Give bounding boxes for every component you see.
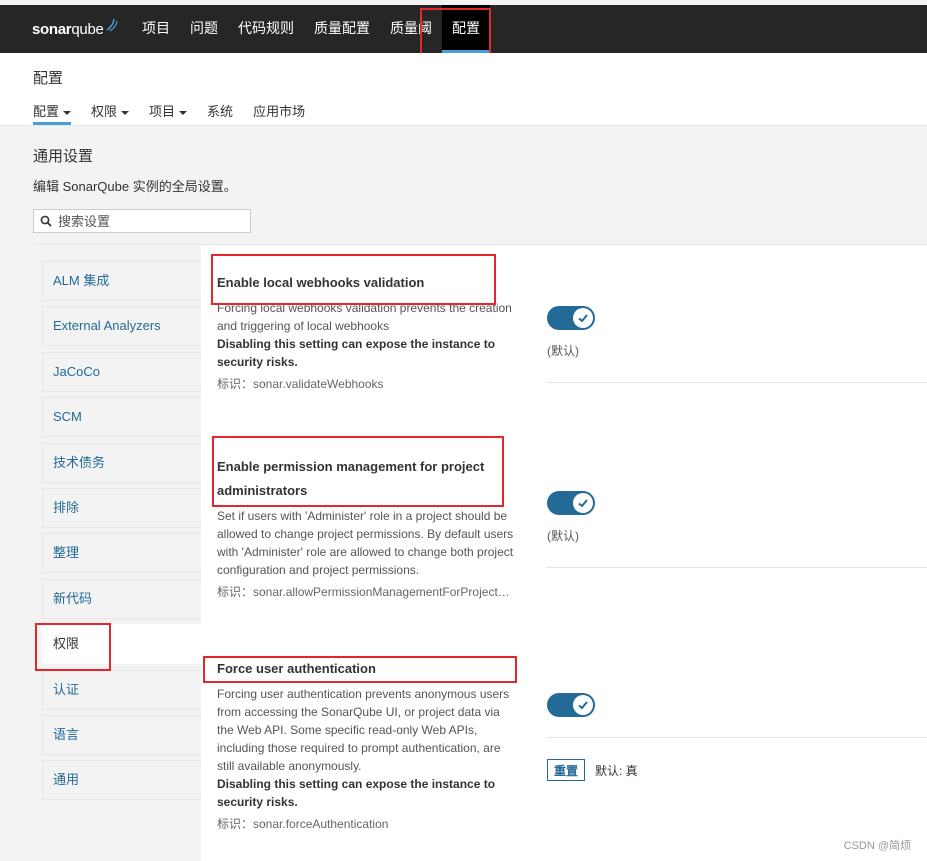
setting-divider xyxy=(546,382,927,383)
default-tag: (默认) xyxy=(547,344,579,358)
check-icon xyxy=(573,695,593,715)
category-security[interactable]: 权限 xyxy=(42,624,202,665)
setting-force-authentication: Force user authentication Forcing user a… xyxy=(217,657,517,832)
chevron-down-icon xyxy=(63,110,72,115)
nav-rules[interactable]: 代码规则 xyxy=(228,5,304,53)
default-value: 默认: 真 xyxy=(595,763,638,778)
subtab-configuration[interactable]: 配置 xyxy=(33,101,72,125)
setting-warning: Disabling this setting can expose the in… xyxy=(217,337,496,369)
setting-key: 标识：sonar.validateWebhooks xyxy=(217,377,384,391)
page-title: 通用设置 xyxy=(33,148,94,165)
category-new-code[interactable]: 新代码 xyxy=(42,578,202,619)
setting-control-webhooks: (默认) xyxy=(547,306,595,359)
default-tag: (默认) xyxy=(547,529,579,543)
chevron-down-icon xyxy=(179,110,188,115)
subtab-system[interactable]: 系统 xyxy=(207,101,233,124)
category-general[interactable]: 通用 xyxy=(42,760,202,801)
category-scm[interactable]: SCM xyxy=(42,397,202,438)
logo-waves-icon xyxy=(106,18,118,32)
setting-warning: Disabling this setting can expose the in… xyxy=(217,777,496,809)
setting-title: Enable permission management for project… xyxy=(217,459,485,498)
settings-category-list: ALM 集成 External Analyzers JaCoCo SCM 技术债… xyxy=(42,261,202,806)
logo-text-qube: qube xyxy=(71,20,104,38)
toggle-permission-management[interactable] xyxy=(547,491,595,515)
category-exclusions[interactable]: 排除 xyxy=(42,487,202,528)
setting-title: Enable local webhooks validation xyxy=(217,275,425,290)
subtab-label: 项目 xyxy=(149,104,176,119)
subtab-label: 系统 xyxy=(207,104,234,119)
subtab-projects[interactable]: 项目 xyxy=(149,101,188,124)
category-jacoco[interactable]: JaCoCo xyxy=(42,351,202,392)
setting-description: Forcing user authentication prevents ano… xyxy=(217,687,510,773)
nav-issues[interactable]: 问题 xyxy=(180,5,228,53)
watermark: CSDN @简烦 xyxy=(843,840,911,852)
admin-title: 配置 xyxy=(33,70,64,87)
toggle-validate-webhooks[interactable] xyxy=(547,306,595,330)
subtab-label: 应用市场 xyxy=(253,104,306,119)
setting-title: Force user authentication xyxy=(217,661,376,676)
search-box xyxy=(33,209,251,233)
reset-button[interactable]: 重置 xyxy=(547,759,586,781)
nav-administration[interactable]: 配置 xyxy=(442,5,490,53)
setting-description: Set if users with 'Administer' role in a… xyxy=(217,509,514,577)
setting-divider xyxy=(546,567,927,568)
logo-text-sonar: sonar xyxy=(32,20,72,38)
nav-quality-gates[interactable]: 质量阈 xyxy=(380,5,442,53)
main-nav: 项目 问题 代码规则 质量配置 质量阈 配置 xyxy=(132,5,490,53)
category-housekeeping[interactable]: 整理 xyxy=(42,533,202,574)
setting-key: 标识：sonar.forceAuthentication xyxy=(217,817,389,831)
sonarqube-logo[interactable]: sonar qube xyxy=(32,18,122,38)
toggle-force-authentication[interactable] xyxy=(547,693,595,717)
setting-permission-management: Enable permission management for project… xyxy=(217,455,517,600)
admin-subtabs: 配置 权限 项目 系统 应用市场 xyxy=(33,101,325,125)
check-icon xyxy=(573,493,593,513)
reset-row: 重置 默认: 真 xyxy=(547,759,638,781)
subtab-security[interactable]: 权限 xyxy=(91,101,130,124)
category-alm[interactable]: ALM 集成 xyxy=(42,261,202,301)
setting-divider xyxy=(546,737,927,738)
setting-control-permission: (默认) xyxy=(547,491,595,544)
setting-control-force-auth xyxy=(547,693,595,717)
subtab-marketplace[interactable]: 应用市场 xyxy=(253,101,305,124)
category-technical-debt[interactable]: 技术债务 xyxy=(42,442,202,483)
nav-quality-profiles[interactable]: 质量配置 xyxy=(304,5,380,53)
nav-projects[interactable]: 项目 xyxy=(132,5,180,53)
search-icon xyxy=(40,215,52,227)
category-external-analyzers[interactable]: External Analyzers xyxy=(42,306,202,347)
category-authentication[interactable]: 认证 xyxy=(42,669,202,710)
settings-panel: Enable local webhooks validation Forcing… xyxy=(201,245,927,861)
chevron-down-icon xyxy=(121,110,130,115)
category-languages[interactable]: 语言 xyxy=(42,714,202,755)
subtab-label: 权限 xyxy=(91,104,118,119)
check-icon xyxy=(573,308,593,328)
setting-validate-webhooks: Enable local webhooks validation Forcing… xyxy=(217,271,517,392)
setting-key: 标识：sonar.allowPermissionManagementForPro… xyxy=(217,585,517,599)
subtab-label: 配置 xyxy=(33,104,60,119)
page-description: 编辑 SonarQube 实例的全局设置。 xyxy=(33,179,237,194)
search-input[interactable] xyxy=(56,212,240,230)
admin-subheader: 配置 配置 权限 项目 系统 应用市场 xyxy=(0,53,927,126)
top-navbar: sonar qube 项目 问题 代码规则 质量配置 质量阈 配置 xyxy=(0,5,927,53)
setting-description: Forcing local webhooks validation preven… xyxy=(217,301,512,333)
